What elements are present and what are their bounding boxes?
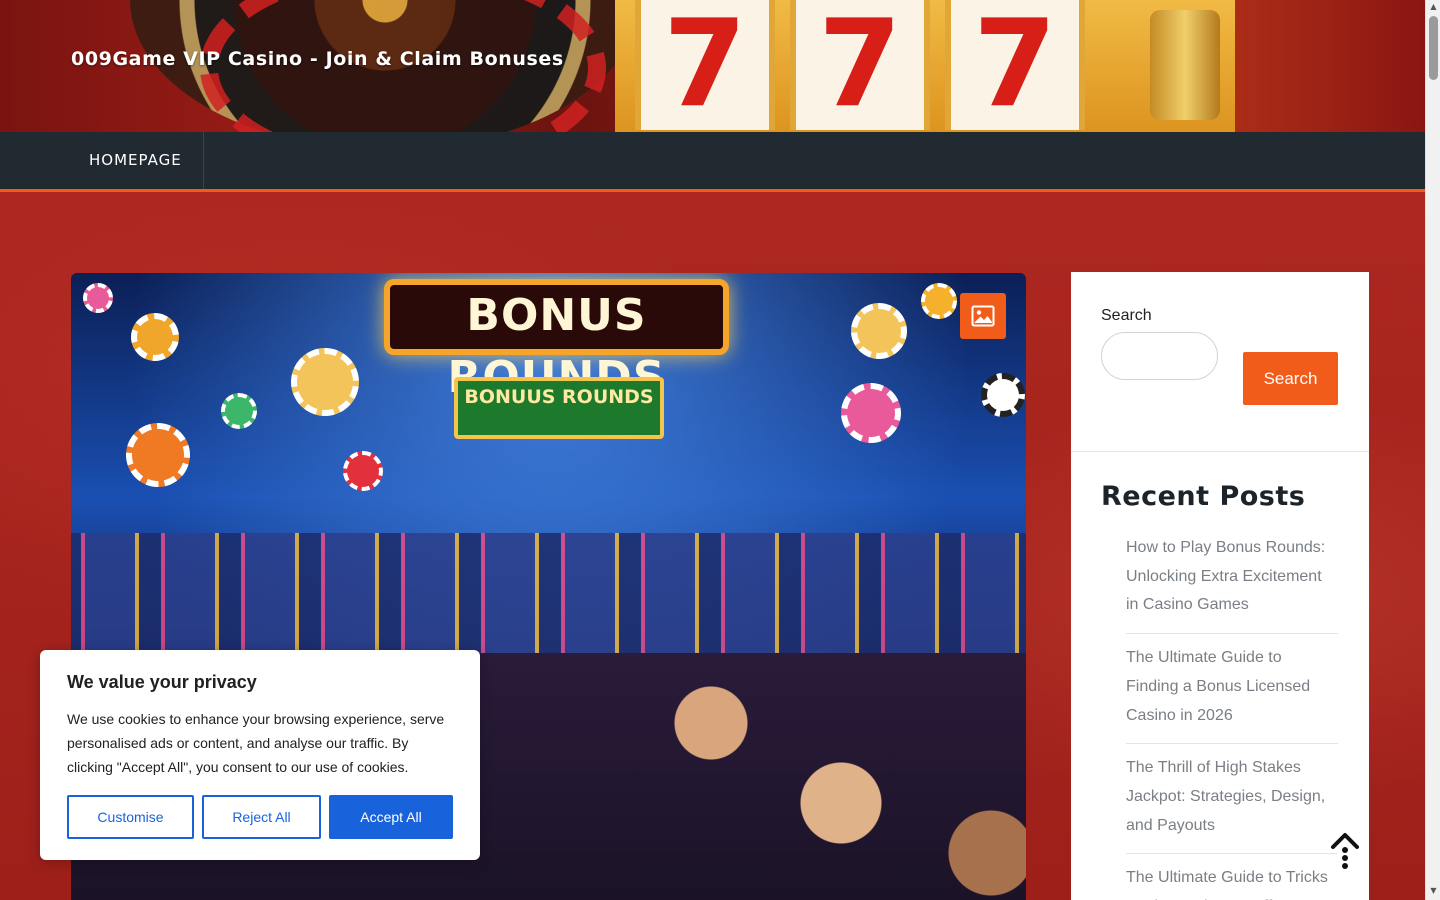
casino-chip: [291, 348, 359, 416]
casino-chip: [83, 283, 113, 313]
site-header: 7 7 7 009Game VIP Casino - Join & Claim …: [0, 0, 1425, 132]
search-button[interactable]: Search: [1243, 352, 1338, 405]
slot-reel: 7: [945, 0, 1085, 130]
cookie-consent-banner: We value your privacy We use cookies to …: [40, 650, 480, 860]
accept-all-button[interactable]: Accept All: [329, 795, 453, 839]
casino-chip: [851, 303, 907, 359]
customise-button[interactable]: Customise: [67, 795, 194, 839]
sidebar: Search Search Recent Posts How to Play B…: [1071, 272, 1369, 900]
reject-all-button[interactable]: Reject All: [202, 795, 321, 839]
casino-chip: [981, 373, 1025, 417]
recent-posts-list: How to Play Bonus Rounds: Unlocking Extr…: [1126, 532, 1338, 900]
scroll-to-top-button[interactable]: [1329, 830, 1361, 870]
casino-chip: [126, 423, 190, 487]
casino-chip: [131, 313, 179, 361]
slot-machine-graphic: 7 7 7: [615, 0, 1235, 132]
recent-post-link[interactable]: The Thrill of High Stakes Jackpot: Strat…: [1126, 752, 1338, 855]
image-format-icon: [960, 293, 1006, 339]
recent-post-link[interactable]: The Ultimate Guide to Tricks Casino Welc…: [1126, 862, 1338, 900]
recent-post-link[interactable]: How to Play Bonus Rounds: Unlocking Extr…: [1126, 532, 1338, 635]
bonus-rounds-subsign: BONUUS ROUNDS: [454, 377, 664, 439]
casino-chip: [921, 283, 957, 319]
scrollbar-thumb[interactable]: [1429, 16, 1438, 80]
sidebar-divider: [1071, 451, 1369, 452]
search-label: Search: [1101, 307, 1152, 324]
recent-post-link[interactable]: The Ultimate Guide to Finding a Bonus Li…: [1126, 642, 1338, 745]
slot-reel: 7: [635, 0, 775, 130]
slot-lever-graphic: [1150, 10, 1220, 120]
cookie-description: We use cookies to enhance your browsing …: [67, 711, 445, 775]
image-icon: [971, 305, 995, 327]
casino-chip: [221, 393, 257, 429]
subsign-text: BONUUS ROUNDS: [464, 386, 654, 408]
cookie-title: We value your privacy: [67, 672, 257, 692]
arrow-up-icon: [1331, 833, 1359, 869]
casino-chip: [841, 383, 901, 443]
scroll-up-arrow-icon[interactable]: ▲: [1429, 3, 1438, 11]
search-input[interactable]: [1101, 332, 1218, 380]
recent-posts-heading: Recent Posts: [1101, 481, 1306, 512]
slot-reel: 7: [790, 0, 930, 130]
bonus-rounds-sign: BONUS ROUNDS: [384, 279, 729, 403]
page-scrollbar[interactable]: ▲ ▼: [1425, 0, 1440, 900]
site-title-link[interactable]: 009Game VIP Casino - Join & Claim Bonuse…: [71, 48, 564, 70]
scroll-down-arrow-icon[interactable]: ▼: [1429, 887, 1438, 895]
casino-chip: [343, 451, 383, 491]
nav-item-homepage[interactable]: HOMEPAGE: [71, 132, 204, 189]
main-navigation: HOMEPAGE: [0, 132, 1425, 192]
